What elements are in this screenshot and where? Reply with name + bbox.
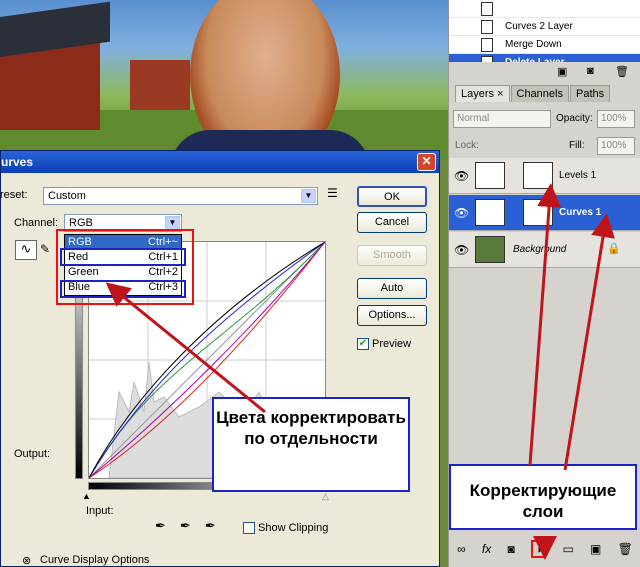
trash-icon[interactable]: 🗑 — [615, 65, 629, 78]
mask-thumbnail — [523, 199, 553, 226]
callout-colors: Цвета корректировать по отдельности — [212, 397, 410, 492]
preset-select[interactable]: Custom ▼ — [43, 187, 318, 205]
dialog-title: urves — [1, 155, 34, 169]
history-doc-icon — [481, 38, 493, 52]
adjustment-layer-icon[interactable]: ◑ — [530, 540, 547, 558]
trash-icon[interactable]: 🗑 — [618, 542, 633, 556]
link-icon[interactable]: ∞ — [457, 542, 466, 556]
tab-channels[interactable]: Channels — [510, 85, 569, 102]
channel-label: Channel: — [14, 217, 59, 229]
cancel-button[interactable]: Cancel — [357, 212, 427, 233]
layers-bottom-bar: ∞ fx ◙ ◑ ▭ ▣ 🗑 — [449, 534, 640, 564]
callout-layers: Корректирующие слои — [449, 464, 637, 530]
history-item[interactable] — [449, 0, 640, 18]
history-footer: ▣ ◙ 🗑 — [448, 62, 640, 82]
history-item[interactable]: Merge Down — [449, 36, 640, 54]
eye-icon[interactable]: 👁 — [454, 169, 469, 183]
white-eyedropper-icon[interactable]: ✒ — [205, 518, 216, 534]
preview-checkbox[interactable]: ✔ — [357, 338, 369, 350]
annotation-blue-box-blue — [60, 280, 186, 298]
fx-icon[interactable]: fx — [482, 542, 491, 556]
lock-icon: 🔒 — [607, 243, 621, 255]
annotation-blue-box-red — [60, 248, 186, 266]
smooth-button[interactable]: Smooth — [357, 245, 427, 266]
background-thumbnail — [475, 236, 505, 263]
layer-row-curves[interactable]: 👁 Curves 1 — [449, 195, 640, 231]
history-doc-icon — [481, 2, 493, 16]
lock-label: Lock: — [455, 140, 479, 151]
white-point-slider[interactable]: △ — [322, 491, 329, 502]
input-label: Input: — [86, 505, 114, 517]
mask-thumbnail — [523, 162, 553, 189]
history-item[interactable]: Curves 2 Layer — [449, 18, 640, 36]
curve-display-options[interactable]: Curve Display Options — [40, 554, 149, 566]
layer-row-levels[interactable]: 👁 Levels 1 — [449, 158, 640, 194]
curve-tool-icon[interactable]: ∿ — [15, 240, 37, 260]
mask-icon[interactable]: ◙ — [507, 542, 514, 556]
fill-field[interactable]: 100% — [597, 137, 635, 155]
ok-button[interactable]: OK — [357, 186, 427, 207]
eye-icon[interactable]: 👁 — [454, 243, 469, 257]
show-clipping-label: Show Clipping — [258, 522, 329, 534]
curves-thumbnail — [475, 199, 505, 226]
show-clipping-checkbox[interactable] — [243, 522, 255, 534]
dialog-titlebar: urves ✕ — [1, 151, 439, 173]
gray-eyedropper-icon[interactable]: ✒ — [180, 518, 191, 534]
photo-house-small — [130, 60, 190, 110]
new-document-icon[interactable]: ▣ — [557, 65, 567, 78]
chevron-down-icon: ▼ — [301, 189, 316, 203]
eye-icon[interactable]: 👁 — [454, 206, 469, 220]
fill-label: Fill: — [569, 140, 585, 151]
tab-paths[interactable]: Paths — [569, 85, 611, 102]
expand-icon[interactable]: ⊗ — [22, 554, 31, 567]
photo-canvas — [0, 0, 448, 160]
histogram-thumbnail — [475, 162, 505, 189]
camera-icon[interactable]: ◙ — [587, 65, 594, 77]
black-point-slider[interactable]: ▲ — [82, 491, 91, 501]
opacity-field[interactable]: 100% — [597, 110, 635, 128]
history-doc-icon — [481, 20, 493, 34]
tab-layers[interactable]: Layers × — [455, 85, 510, 102]
opacity-label: Opacity: — [556, 113, 593, 124]
preset-options-icon[interactable]: ☰ — [327, 186, 338, 200]
pencil-icon[interactable]: ✎ — [40, 242, 50, 256]
close-button[interactable]: ✕ — [417, 153, 436, 171]
blend-mode-select[interactable]: Normal — [453, 110, 551, 128]
layers-tabs: Layers × Channels Paths — [449, 82, 640, 102]
new-layer-icon[interactable]: ▣ — [590, 542, 601, 556]
options-button[interactable]: Options... — [357, 305, 427, 326]
layer-row-background[interactable]: 👁 Background 🔒 — [449, 232, 640, 268]
auto-button[interactable]: Auto — [357, 278, 427, 299]
black-eyedropper-icon[interactable]: ✒ — [155, 518, 166, 534]
group-icon[interactable]: ▭ — [562, 542, 573, 556]
preview-label: Preview — [372, 338, 412, 350]
output-label: Output: — [14, 448, 51, 460]
preset-label: reset: — [0, 189, 28, 201]
chevron-down-icon: ▼ — [165, 216, 180, 230]
